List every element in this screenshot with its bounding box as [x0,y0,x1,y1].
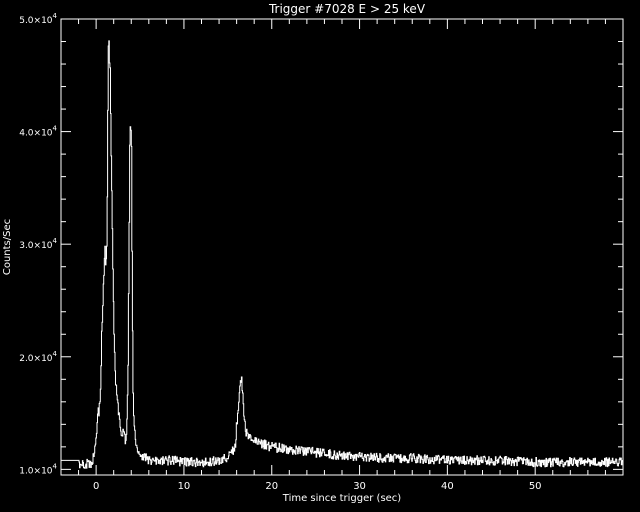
y-axis-label: Counts/Sec [2,219,13,275]
x-tick-label: 30 [353,481,366,492]
x-tick-label: 10 [178,481,191,492]
chart-title: Trigger #7028 E > 25 keV [268,2,426,16]
x-tick-label: 40 [441,481,454,492]
x-tick-label: 20 [265,481,278,492]
light-curve-chart: Trigger #7028 E > 25 keV 0 10 20 30 40 50 1.0… [0,0,640,512]
x-tick-label: 50 [529,481,542,492]
x-tick-label: 0 [93,481,99,492]
x-axis-label: Time since trigger (sec) [282,493,402,504]
